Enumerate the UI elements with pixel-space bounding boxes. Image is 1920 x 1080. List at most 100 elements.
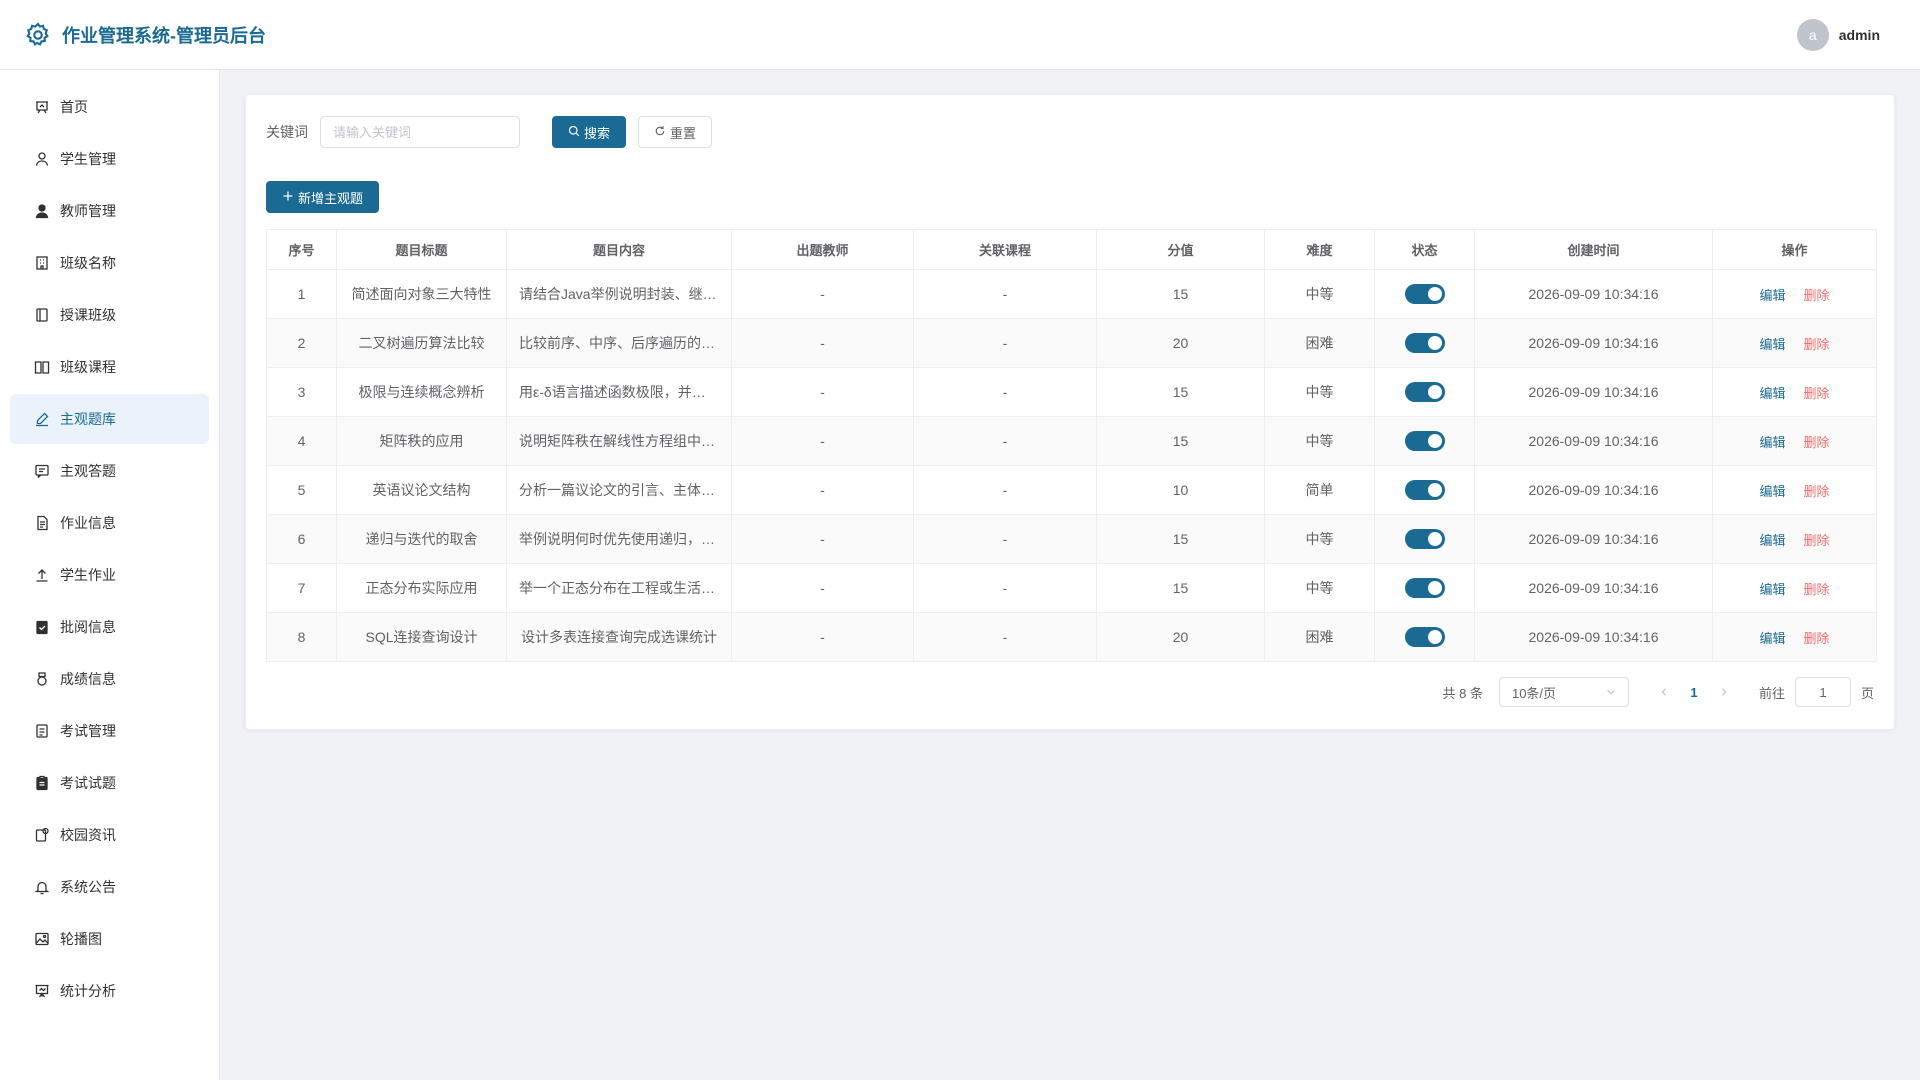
table-row: 2二叉树遍历算法比较比较前序、中序、后序遍历的实现方式--20困难2026-09… (266, 318, 1877, 368)
cell-difficulty: 中等 (1264, 514, 1375, 564)
prev-page-button[interactable] (1649, 677, 1679, 707)
goto-page-input[interactable] (1794, 677, 1851, 707)
sidebar-item-17[interactable]: 统计分析 (10, 966, 209, 1016)
cell-actions: 编辑 删除 (1712, 269, 1877, 319)
cell-score: 15 (1096, 416, 1265, 466)
cell-content: 请结合Java举例说明封装、继承、多态 (506, 269, 732, 319)
delete-button[interactable]: 删除 (1804, 631, 1830, 646)
sidebar-item-label: 授课班级 (60, 307, 116, 323)
cell-no: 1 (266, 269, 337, 319)
sidebar-item-11[interactable]: 成绩信息 (10, 654, 209, 704)
delete-button[interactable]: 删除 (1804, 582, 1830, 597)
sidebar-item-6[interactable]: 主观题库 (10, 394, 209, 444)
sidebar-item-5[interactable]: 班级课程 (10, 342, 209, 392)
tickets-icon (34, 723, 50, 739)
status-switch[interactable] (1404, 529, 1445, 549)
sidebar-item-label: 批阅信息 (60, 619, 116, 635)
reset-button[interactable]: 重置 (638, 116, 713, 148)
cell-created: 2026-09-09 10:34:16 (1474, 318, 1713, 368)
cell-actions: 编辑 删除 (1712, 514, 1877, 564)
sidebar-item-label: 校园资讯 (60, 827, 116, 843)
sidebar-item-label: 考试管理 (60, 723, 116, 739)
edit-button[interactable]: 编辑 (1759, 484, 1785, 499)
cell-difficulty: 中等 (1264, 416, 1375, 466)
sidebar-item-8[interactable]: 作业信息 (10, 498, 209, 548)
sidebar-item-label: 作业信息 (60, 515, 116, 531)
user-menu[interactable]: a admin (1796, 18, 1880, 51)
edit-button[interactable]: 编辑 (1759, 386, 1785, 401)
app-title: 作业管理系统-管理员后台 (62, 25, 266, 46)
page-number-current[interactable]: 1 (1679, 677, 1709, 707)
cell-score: 15 (1096, 514, 1265, 564)
search-button[interactable]: 搜索 (552, 116, 627, 148)
page-size-select[interactable]: 10条/页 (1498, 677, 1629, 707)
delete-button[interactable]: 删除 (1804, 484, 1830, 499)
delete-button[interactable]: 删除 (1804, 533, 1830, 548)
avatar[interactable]: a (1796, 18, 1829, 51)
status-switch[interactable] (1404, 284, 1445, 304)
search-icon (568, 125, 580, 140)
cell-actions: 编辑 删除 (1712, 416, 1877, 466)
cell-score: 10 (1096, 465, 1265, 515)
username[interactable]: admin (1839, 27, 1880, 43)
edit-button[interactable]: 编辑 (1759, 631, 1785, 646)
edit-button[interactable]: 编辑 (1759, 288, 1785, 303)
column-header: 题目标题 (336, 229, 507, 270)
top-header: 作业管理系统-管理员后台 a admin (0, 0, 1920, 70)
questions-table: 序号 题目标题 题目内容 出题教师 关联课程 分值 难度 状态 创建时间 操作 1 简述面向对象三大… (266, 229, 1877, 662)
sidebar-item-16[interactable]: 轮播图 (10, 914, 209, 964)
sidebar-item-1[interactable]: 学生管理 (10, 134, 209, 184)
sidebar-item-7[interactable]: 主观答题 (10, 446, 209, 496)
status-switch[interactable] (1404, 627, 1445, 647)
delete-button[interactable]: 删除 (1804, 435, 1830, 450)
cell-status (1374, 367, 1475, 417)
table-row: 6递归与迭代的取舍举例说明何时优先使用递归，何时迭代--15中等2026-09-… (266, 514, 1877, 564)
status-switch[interactable] (1404, 431, 1445, 451)
cell-no: 5 (266, 465, 337, 515)
sidebar-item-15[interactable]: 系统公告 (10, 862, 209, 912)
add-question-button[interactable]: 新增主观题 (266, 181, 380, 213)
cell-no: 4 (266, 416, 337, 466)
chat-icon (34, 463, 50, 479)
sidebar-item-9[interactable]: 学生作业 (10, 550, 209, 600)
status-switch[interactable] (1404, 333, 1445, 353)
cell-course: - (913, 465, 1097, 515)
cell-content: 用ε-δ语言描述函数极限，并说明连续 (506, 367, 732, 417)
sidebar-item-2[interactable]: 教师管理 (10, 186, 209, 236)
sidebar-item-12[interactable]: 考试管理 (10, 706, 209, 756)
edit-button[interactable]: 编辑 (1759, 582, 1785, 597)
cell-content: 比较前序、中序、后序遍历的实现方式 (506, 318, 732, 368)
next-page-button[interactable] (1709, 677, 1739, 707)
delete-button[interactable]: 删除 (1804, 337, 1830, 352)
chevron-down-icon (1606, 685, 1616, 700)
column-header: 状态 (1374, 229, 1475, 270)
sidebar-item-14[interactable]: 校园资讯 (10, 810, 209, 860)
cell-content: 设计多表连接查询完成选课统计 (506, 612, 732, 662)
edit-button[interactable]: 编辑 (1759, 435, 1785, 450)
delete-button[interactable]: 删除 (1804, 288, 1830, 303)
bell-icon (34, 879, 50, 895)
sidebar-item-4[interactable]: 授课班级 (10, 290, 209, 340)
sidebar-item-3[interactable]: 班级名称 (10, 238, 209, 288)
sidebar-item-10[interactable]: 批阅信息 (10, 602, 209, 652)
search-input[interactable] (320, 116, 520, 148)
cell-no: 2 (266, 318, 337, 368)
sidebar-item-13[interactable]: 考试试题 (10, 758, 209, 808)
cell-no: 8 (266, 612, 337, 662)
status-switch[interactable] (1404, 578, 1445, 598)
edit-button[interactable]: 编辑 (1759, 337, 1785, 352)
cell-title: 递归与迭代的取舍 (336, 514, 507, 564)
sidebar-item-label: 学生作业 (60, 567, 116, 583)
status-switch[interactable] (1404, 382, 1445, 402)
status-switch[interactable] (1404, 480, 1445, 500)
delete-button[interactable]: 删除 (1804, 386, 1830, 401)
sidebar-item-0[interactable]: 首页 (10, 82, 209, 132)
edit-button[interactable]: 编辑 (1759, 533, 1785, 548)
cell-score: 15 (1096, 367, 1265, 417)
cell-created: 2026-09-09 10:34:16 (1474, 416, 1713, 466)
column-header: 操作 (1712, 229, 1877, 270)
picture-icon (34, 931, 50, 947)
cell-difficulty: 困难 (1264, 612, 1375, 662)
clipboard-icon (34, 775, 50, 791)
cell-course: - (913, 514, 1097, 564)
